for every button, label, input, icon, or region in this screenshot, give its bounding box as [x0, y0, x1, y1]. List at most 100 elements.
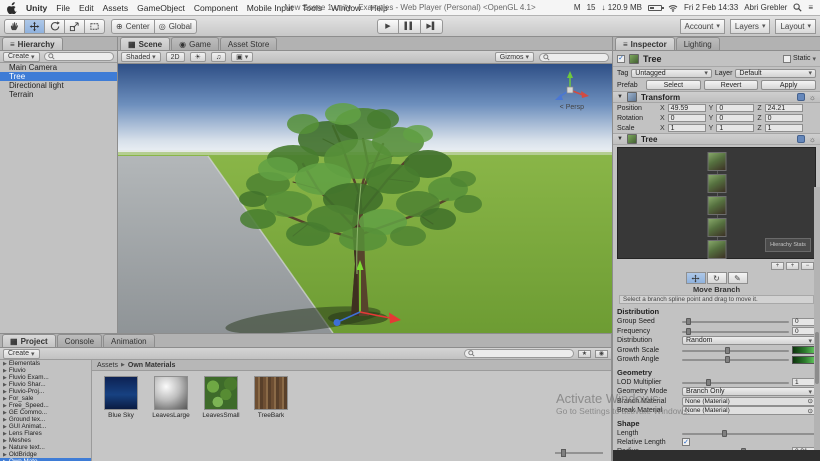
- asset-item-treebark[interactable]: TreeBark: [250, 376, 292, 419]
- prefab-apply-button[interactable]: Apply: [761, 80, 817, 90]
- breadcrumb-current[interactable]: Own Materials: [128, 362, 175, 369]
- menu-edit[interactable]: Edit: [79, 3, 94, 13]
- scene-viewport[interactable]: < Persp: [118, 64, 612, 333]
- status-clock[interactable]: Fri 2 Feb 14:33: [684, 3, 738, 12]
- disclosure-triangle-icon[interactable]: ▶: [3, 375, 7, 381]
- folder-item[interactable]: ▶ Fluvio Exam...: [0, 374, 91, 381]
- tree-node-thumbnail[interactable]: [707, 196, 726, 215]
- move-tool-icon[interactable]: [25, 18, 45, 34]
- folder-item[interactable]: ▶ Fluvio-Proj...: [0, 388, 91, 395]
- frequency-value[interactable]: 0: [792, 327, 816, 336]
- breadcrumb-root[interactable]: Assets: [97, 362, 118, 369]
- menu-unity[interactable]: Unity: [26, 3, 47, 13]
- scale-x-field[interactable]: 1: [667, 124, 706, 132]
- disclosure-triangle-icon[interactable]: ▶: [3, 361, 7, 367]
- folder-item[interactable]: ▶ Meshes: [0, 437, 91, 444]
- folder-item[interactable]: ▶ GUI Animat...: [0, 423, 91, 430]
- hierarchy-item-directional-light[interactable]: Directional light: [0, 81, 117, 90]
- growth-angle-slider[interactable]: [682, 355, 789, 364]
- pause-button[interactable]: ▌▌: [399, 18, 421, 34]
- layout-dropdown[interactable]: Layout ▾: [775, 18, 816, 34]
- transform-component-header[interactable]: ▼ Transform ☼: [613, 91, 820, 103]
- gameobject-active-checkbox[interactable]: ✓: [617, 54, 625, 63]
- apple-menu-icon[interactable]: [7, 1, 17, 14]
- asset-item-blue-sky[interactable]: Blue Sky: [100, 376, 142, 419]
- rotation-y-field[interactable]: 0: [716, 114, 755, 122]
- folder-item[interactable]: ▶ Lens Flares: [0, 430, 91, 437]
- disclosure-triangle-icon[interactable]: ▶: [3, 368, 7, 374]
- add-branch-button[interactable]: +: [771, 262, 784, 270]
- status-m[interactable]: M: [574, 3, 581, 12]
- relative-length-checkbox[interactable]: ✓: [682, 438, 690, 446]
- tab-scene[interactable]: ▦ Scene: [120, 37, 171, 50]
- growth-scale-slider[interactable]: [682, 346, 789, 355]
- static-checkbox[interactable]: [782, 54, 791, 63]
- shading-mode-dropdown[interactable]: Shaded ▾: [121, 52, 161, 62]
- hierarchy-search-input[interactable]: [43, 52, 114, 61]
- branch-move-tool-icon[interactable]: [685, 272, 706, 284]
- rotation-x-field[interactable]: 0: [667, 114, 706, 122]
- tree-component-header[interactable]: ▼ Tree ☼: [613, 133, 820, 145]
- asset-item-leaveslarge[interactable]: LeavesLarge: [150, 376, 192, 419]
- gear-icon[interactable]: ☼: [809, 93, 816, 102]
- rotation-z-field[interactable]: 0: [764, 114, 803, 122]
- scale-tool-icon[interactable]: [65, 18, 85, 34]
- gizmos-dropdown[interactable]: Gizmos ▾: [494, 52, 534, 62]
- branch-material-field[interactable]: None (Material) ⊙: [682, 396, 816, 406]
- scale-z-field[interactable]: 1: [764, 124, 803, 132]
- folder-item[interactable]: ▶ Free_Speed...: [0, 402, 91, 409]
- hand-tool-icon[interactable]: [4, 18, 25, 34]
- favorites-icon[interactable]: ★: [578, 349, 591, 358]
- folder-item[interactable]: ▶ Fluvio: [0, 367, 91, 374]
- disclosure-triangle-icon[interactable]: ▶: [3, 431, 7, 437]
- folder-item[interactable]: ▶ Elementals: [0, 360, 91, 367]
- pivot-mode-button[interactable]: ⊕ Center: [111, 18, 155, 34]
- foldout-icon[interactable]: ▼: [617, 94, 623, 100]
- disclosure-triangle-icon[interactable]: ▶: [3, 403, 7, 409]
- rect-tool-icon[interactable]: [85, 18, 105, 34]
- gear-icon[interactable]: ☼: [809, 135, 816, 144]
- scale-y-field[interactable]: 1: [716, 124, 755, 132]
- perspective-label[interactable]: < Persp: [560, 104, 584, 111]
- tab-asset-store[interactable]: Asset Store: [219, 37, 278, 50]
- toggle-2d-button[interactable]: 2D: [165, 52, 185, 62]
- branch-freehand-tool-icon[interactable]: ✎: [727, 272, 748, 284]
- help-icon[interactable]: [796, 93, 805, 101]
- status-count[interactable]: 15: [587, 3, 596, 12]
- folder-item[interactable]: ▶ Fluvio Shar...: [0, 381, 91, 388]
- menu-file[interactable]: File: [56, 3, 70, 13]
- object-picker-icon[interactable]: ⊙: [808, 407, 813, 415]
- help-icon[interactable]: [796, 135, 805, 143]
- step-button[interactable]: ▶▌: [421, 18, 443, 34]
- tree-node-thumbnail[interactable]: [707, 174, 726, 193]
- disclosure-triangle-icon[interactable]: ▶: [3, 452, 7, 458]
- gameobject-name[interactable]: Tree: [643, 54, 662, 64]
- wifi-icon[interactable]: [668, 4, 678, 12]
- add-leaf-button[interactable]: +: [786, 262, 799, 270]
- disclosure-triangle-icon[interactable]: ▶: [3, 389, 7, 395]
- notification-center-icon[interactable]: ≡: [808, 3, 813, 12]
- disclosure-triangle-icon[interactable]: ▶: [3, 438, 7, 444]
- spotlight-search-icon[interactable]: [793, 3, 802, 12]
- inspector-scrollbar[interactable]: [814, 187, 820, 450]
- folder-item[interactable]: ▶ Ground tex...: [0, 416, 91, 423]
- disclosure-triangle-icon[interactable]: ▶: [3, 445, 7, 451]
- play-button[interactable]: ▶: [377, 18, 399, 34]
- prefab-select-button[interactable]: Select: [646, 80, 701, 90]
- effects-dropdown-icon[interactable]: ▣ ▾: [231, 52, 254, 62]
- folder-item[interactable]: ▶ GE Commo...: [0, 409, 91, 416]
- growth-scale-curve-field[interactable]: [792, 346, 816, 355]
- lod-multiplier-value[interactable]: 1: [792, 378, 816, 387]
- object-picker-icon[interactable]: ⊙: [808, 397, 813, 405]
- disclosure-triangle-icon[interactable]: ▶: [3, 396, 7, 402]
- branch-rotate-tool-icon[interactable]: ↻: [706, 272, 727, 284]
- tree-node-thumbnail[interactable]: [707, 152, 726, 171]
- foldout-icon[interactable]: ▼: [617, 136, 623, 142]
- lod-multiplier-slider[interactable]: [682, 378, 789, 387]
- disclosure-triangle-icon[interactable]: ▶: [3, 382, 7, 388]
- tab-animation[interactable]: Animation: [103, 334, 155, 347]
- break-material-field[interactable]: None (Material) ⊙: [682, 406, 816, 416]
- project-search-input[interactable]: [464, 349, 574, 358]
- tab-console[interactable]: Console: [56, 334, 103, 347]
- tab-project[interactable]: ▦ Project: [2, 334, 56, 347]
